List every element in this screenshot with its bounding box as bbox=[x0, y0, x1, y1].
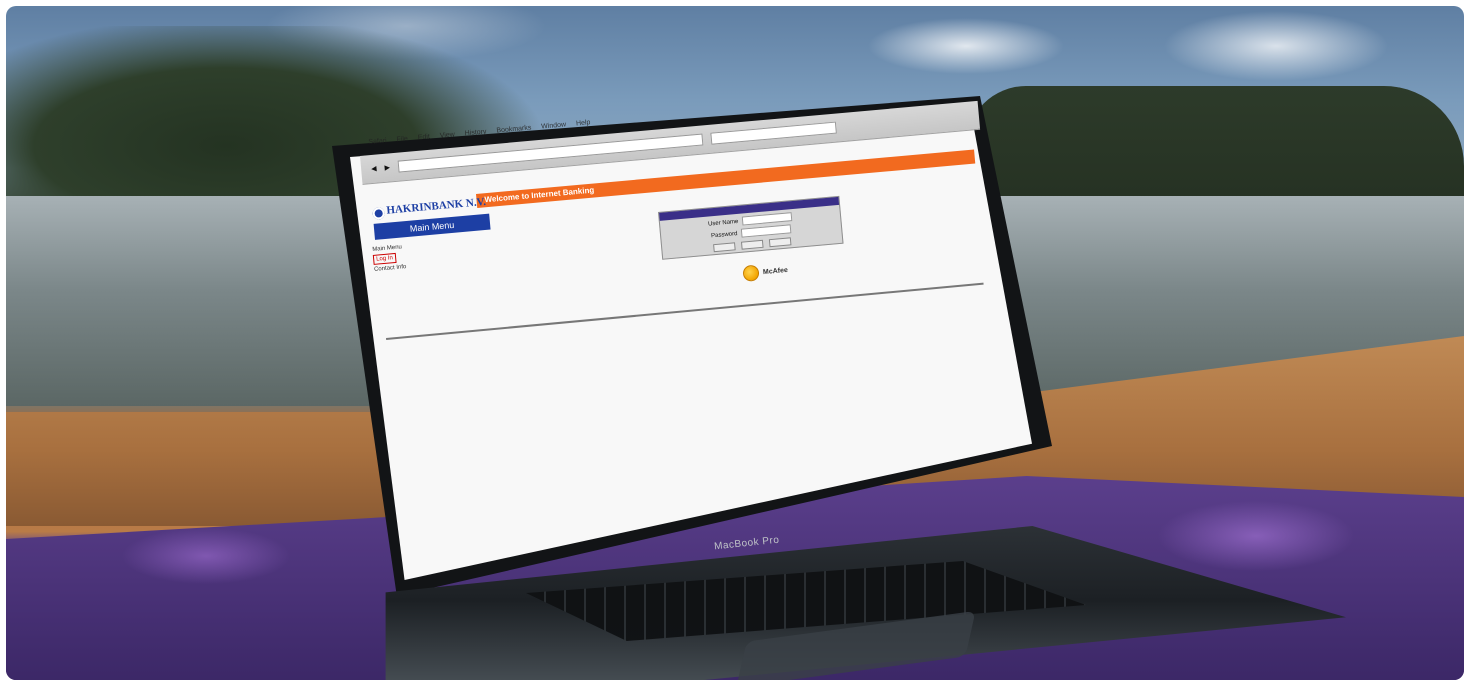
search-field[interactable] bbox=[710, 121, 837, 145]
menu-item[interactable]: View bbox=[439, 131, 455, 139]
back-icon[interactable]: ◀ bbox=[371, 165, 377, 173]
sidebar: Main Menu Log In Contact Info bbox=[372, 239, 455, 286]
menu-item[interactable]: Help bbox=[576, 119, 591, 127]
username-label: User Name bbox=[707, 218, 739, 228]
username-input[interactable] bbox=[741, 212, 793, 226]
tree-line-right bbox=[966, 86, 1464, 196]
menu-item[interactable]: Edit bbox=[418, 133, 431, 141]
menu-item[interactable]: History bbox=[464, 128, 486, 137]
login-button[interactable] bbox=[713, 242, 736, 253]
main-menu-title: Main Menu bbox=[373, 213, 491, 240]
password-label: Password bbox=[710, 230, 738, 239]
menu-item[interactable]: Window bbox=[541, 121, 566, 130]
password-input[interactable] bbox=[740, 224, 792, 238]
security-badge-label: McAfee bbox=[762, 266, 789, 276]
security-badge-icon bbox=[742, 264, 760, 282]
security-badge[interactable]: McAfee bbox=[742, 258, 794, 286]
login-button[interactable] bbox=[768, 237, 792, 248]
menu-item[interactable]: Safari bbox=[368, 137, 387, 146]
photo-scene: Safari File Edit View History Bookmarks … bbox=[6, 6, 1464, 680]
bank-logo-icon bbox=[372, 206, 386, 220]
menu-item[interactable]: Bookmarks bbox=[496, 124, 531, 134]
login-button[interactable] bbox=[740, 239, 764, 250]
forward-icon[interactable]: ▶ bbox=[384, 163, 390, 171]
menu-item[interactable]: File bbox=[396, 135, 408, 143]
sidebar-login-button[interactable]: Log In bbox=[372, 252, 397, 265]
